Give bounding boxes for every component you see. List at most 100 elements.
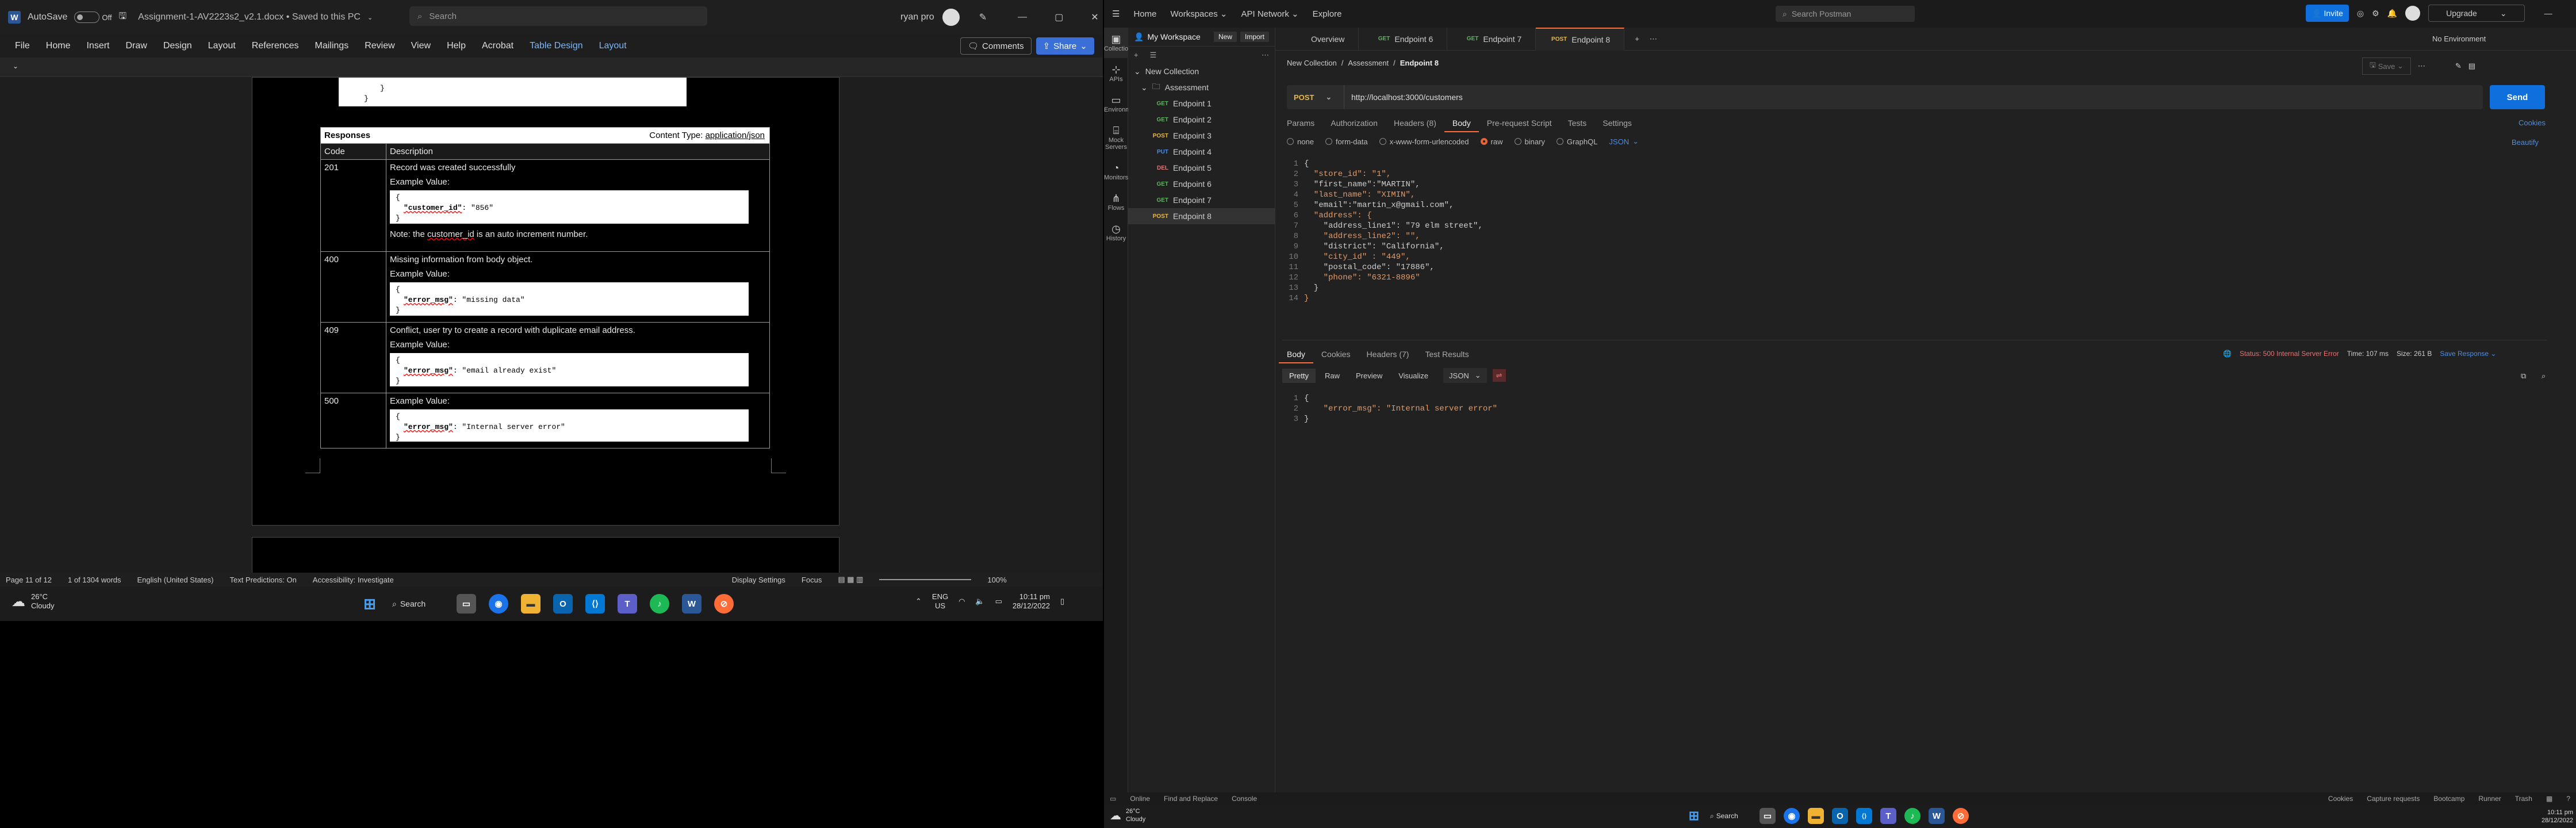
filter-icon[interactable]: ☰: [1150, 51, 1157, 60]
document-page[interactable]: } } Responses Content Type: application/…: [252, 77, 839, 526]
postman-search-input[interactable]: ⌕ Search Postman: [1776, 6, 1915, 22]
text-predictions[interactable]: Text Predictions: On: [229, 576, 296, 584]
tab-headers[interactable]: Headers (8): [1386, 114, 1444, 132]
tab-design[interactable]: Design: [155, 34, 200, 57]
postman-taskbar-icon[interactable]: ⊘: [714, 594, 734, 614]
body-raw-radio[interactable]: raw: [1480, 137, 1503, 146]
vscode-icon[interactable]: ⟨⟩: [1856, 808, 1872, 824]
teams-icon[interactable]: T: [1880, 808, 1896, 824]
language-indicator[interactable]: ENG US: [932, 592, 948, 611]
tab-acrobat[interactable]: Acrobat: [474, 34, 522, 57]
resp-tab-body[interactable]: Body: [1279, 345, 1313, 363]
rail-collections[interactable]: ▣ Collections: [1104, 28, 1135, 58]
word-taskbar-icon[interactable]: W: [682, 594, 702, 614]
tab-layout[interactable]: Layout: [200, 34, 244, 57]
tab-tests[interactable]: Tests: [1560, 114, 1595, 132]
sidebar-item-endpoint[interactable]: GET Endpoint 7: [1128, 192, 1275, 208]
accessibility-status[interactable]: Accessibility: Investigate: [313, 576, 394, 584]
search-icon[interactable]: ⌕: [2542, 371, 2546, 381]
chrome-icon[interactable]: ◉: [1784, 808, 1800, 824]
rail-monitors[interactable]: ◔ Monitors: [1104, 156, 1128, 187]
wifi-icon[interactable]: ◠: [959, 597, 965, 606]
tab-draw[interactable]: Draw: [117, 34, 155, 57]
nav-explore[interactable]: Explore: [1313, 9, 1342, 19]
view-pretty[interactable]: Pretty: [1282, 368, 1316, 383]
file-explorer-icon[interactable]: ▬: [1808, 808, 1824, 824]
battery-icon[interactable]: ▭: [995, 597, 1002, 606]
response-size[interactable]: Size: 261 B: [2397, 350, 2432, 358]
save-response[interactable]: Save Response ⌄: [2440, 350, 2496, 358]
document-canvas[interactable]: } } Responses Content Type: application/…: [0, 77, 1103, 573]
tab-references[interactable]: References: [244, 34, 307, 57]
autosave-toggle[interactable]: [74, 12, 100, 23]
more-icon[interactable]: ⋯: [2418, 62, 2425, 71]
workspace-name[interactable]: My Workspace: [1147, 32, 1200, 41]
request-tab[interactable]: Overview: [1275, 27, 1359, 51]
doc-title[interactable]: Assignment-1-AV2223s2_v2.1.docx • Saved …: [138, 12, 361, 22]
request-tab[interactable]: GET Endpoint 7: [1447, 27, 1536, 51]
spotify-icon[interactable]: ♪: [1904, 808, 1920, 824]
avatar[interactable]: [2405, 6, 2421, 21]
method-select[interactable]: POST ⌄: [1287, 85, 1344, 109]
menu-icon[interactable]: ☰: [1112, 9, 1120, 19]
new-button[interactable]: New: [1213, 32, 1237, 42]
tab-home[interactable]: Home: [38, 34, 79, 57]
sidebar-item-endpoint[interactable]: GET Endpoint 1: [1128, 95, 1275, 112]
resp-tab-tests[interactable]: Test Results: [1417, 345, 1477, 363]
weather-widget[interactable]: ☁ 26°C Cloudy: [1110, 807, 1145, 823]
page-count[interactable]: Page 11 of 12: [6, 576, 52, 584]
outlook-icon[interactable]: O: [1832, 808, 1848, 824]
cookies-link[interactable]: Cookies: [2518, 118, 2546, 127]
console[interactable]: Console: [1232, 795, 1257, 803]
more-icon[interactable]: ⋯: [1262, 51, 1269, 60]
collection-item[interactable]: ⌄ New Collection: [1128, 63, 1275, 79]
body-form-data-radio[interactable]: form-data: [1325, 137, 1368, 146]
add-tab-icon[interactable]: +: [1624, 34, 1650, 43]
rail-environments[interactable]: ▭ Environments: [1104, 89, 1143, 119]
minimize-icon[interactable]: —: [1018, 12, 1027, 22]
sidebar-item-endpoint[interactable]: GET Endpoint 2: [1128, 112, 1275, 128]
word-count[interactable]: 1 of 1304 words: [68, 576, 121, 584]
clock[interactable]: 10:11 pm 28/12/2022: [1013, 592, 1050, 611]
file-explorer-icon[interactable]: ▬: [521, 594, 540, 614]
focus-mode[interactable]: Focus: [802, 576, 822, 584]
nav-api-network[interactable]: API Network ⌄: [1241, 9, 1298, 19]
teams-icon[interactable]: T: [618, 594, 637, 614]
settings-icon[interactable]: ⚙: [2372, 9, 2379, 18]
upgrade-button[interactable]: Upgrade ⌄: [2428, 5, 2525, 22]
comment-icon[interactable]: ▤: [2468, 62, 2475, 71]
add-icon[interactable]: +: [1134, 51, 1138, 59]
postman-taskbar-icon[interactable]: ⊘: [1953, 808, 1969, 824]
breadcrumb-folder[interactable]: Assessment: [1348, 59, 1389, 67]
task-view-icon[interactable]: ▭: [457, 594, 476, 614]
language[interactable]: English (United States): [137, 576, 214, 584]
outlook-icon[interactable]: O: [553, 594, 573, 614]
spotify-icon[interactable]: ♪: [650, 594, 669, 614]
save-button[interactable]: 🖫 Save ⌄: [2362, 57, 2411, 75]
request-body-editor[interactable]: 1{2 "store_id": "1", 3 "first_name":"MART…: [1282, 159, 2547, 340]
beautify-link[interactable]: Beautify: [2512, 138, 2539, 147]
import-button[interactable]: Import: [1240, 32, 1269, 42]
resp-tab-cookies[interactable]: Cookies: [1313, 345, 1359, 363]
body-graphql-radio[interactable]: GraphQL: [1556, 137, 1597, 146]
bell-icon[interactable]: 🔔: [2387, 9, 2397, 18]
view-preview[interactable]: Preview: [1349, 369, 1389, 383]
display-settings[interactable]: Display Settings: [732, 576, 785, 584]
word-taskbar-icon[interactable]: W: [1929, 808, 1945, 824]
sidebar-item-endpoint[interactable]: POST Endpoint 8: [1128, 208, 1275, 224]
weather-widget[interactable]: ☁ 26°C Cloudy: [12, 592, 54, 611]
ribbon-expand-icon[interactable]: ⌄: [13, 62, 18, 70]
comments-button[interactable]: 🗨 Comments: [960, 37, 1032, 55]
volume-icon[interactable]: 🔈: [975, 597, 984, 606]
invite-button[interactable]: 👤 Invite: [2306, 5, 2349, 22]
tab-table-design[interactable]: Table Design: [522, 34, 591, 57]
url-input[interactable]: http://localhost:3000/customers: [1344, 93, 1463, 102]
satellite-icon[interactable]: ◎: [2357, 9, 2364, 18]
tab-table-layout[interactable]: Layout: [591, 34, 635, 57]
clock[interactable]: 10:11 pm 28/12/2022: [2542, 808, 2573, 825]
save-icon[interactable]: 🖫: [119, 10, 127, 25]
tray-chevron-icon[interactable]: ⌃: [915, 597, 922, 606]
sidebar-item-endpoint[interactable]: POST Endpoint 3: [1128, 128, 1275, 144]
nav-home[interactable]: Home: [1133, 9, 1156, 19]
task-view-icon[interactable]: ▭: [1759, 808, 1776, 824]
